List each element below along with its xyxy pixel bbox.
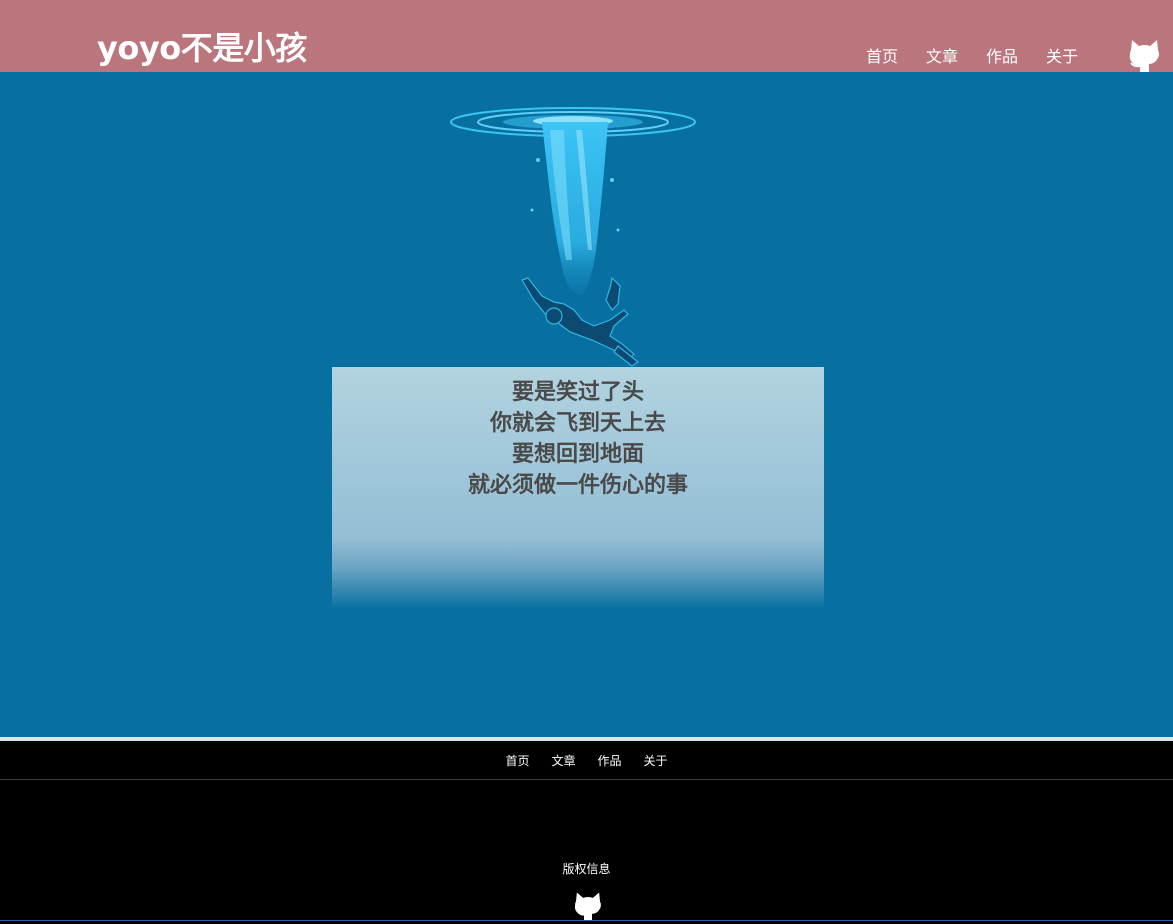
footer-link-articles[interactable]: 文章 — [551, 752, 575, 769]
github-icon[interactable] — [572, 889, 604, 921]
footer-link-home[interactable]: 首页 — [505, 752, 529, 769]
site-header: yoyo不是小孩 首页 文章 作品 关于 — [0, 0, 1173, 72]
copyright-text: 版权信息 — [562, 862, 611, 876]
site-title[interactable]: yoyo不是小孩 — [97, 28, 307, 68]
nav-link-works[interactable]: 作品 — [986, 45, 1018, 69]
quote-line: 要想回到地面 — [511, 442, 644, 467]
diver-illustration — [450, 107, 696, 367]
footer-bottom-line — [0, 920, 1173, 921]
footer-link-about[interactable]: 关于 — [644, 752, 668, 769]
quote-line: 就必须做一件伤心的事 — [467, 473, 688, 498]
nav-link-home[interactable]: 首页 — [866, 45, 898, 69]
quote-text: 要是笑过了头 你就会飞到天上去 要想回到地面 就必须做一件伤心的事 — [332, 367, 824, 501]
top-nav: 首页 文章 作品 关于 — [866, 45, 1106, 69]
nav-link-about[interactable]: 关于 — [1046, 45, 1078, 69]
footer-nav: 首页 文章 作品 关于 — [0, 741, 1173, 780]
quote-line: 你就会飞到天上去 — [489, 411, 666, 436]
nav-link-articles[interactable]: 文章 — [926, 45, 958, 69]
site-footer: 首页 文章 作品 关于 版权信息 — [0, 741, 1173, 924]
footer-link-works[interactable]: 作品 — [598, 752, 622, 769]
quote-card: 要是笑过了头 你就会飞到天上去 要想回到地面 就必须做一件伤心的事 — [332, 367, 824, 607]
hero-section: 要是笑过了头 你就会飞到天上去 要想回到地面 就必须做一件伤心的事 — [0, 72, 1173, 737]
quote-line: 要是笑过了头 — [511, 380, 644, 405]
github-icon[interactable] — [1128, 36, 1161, 72]
